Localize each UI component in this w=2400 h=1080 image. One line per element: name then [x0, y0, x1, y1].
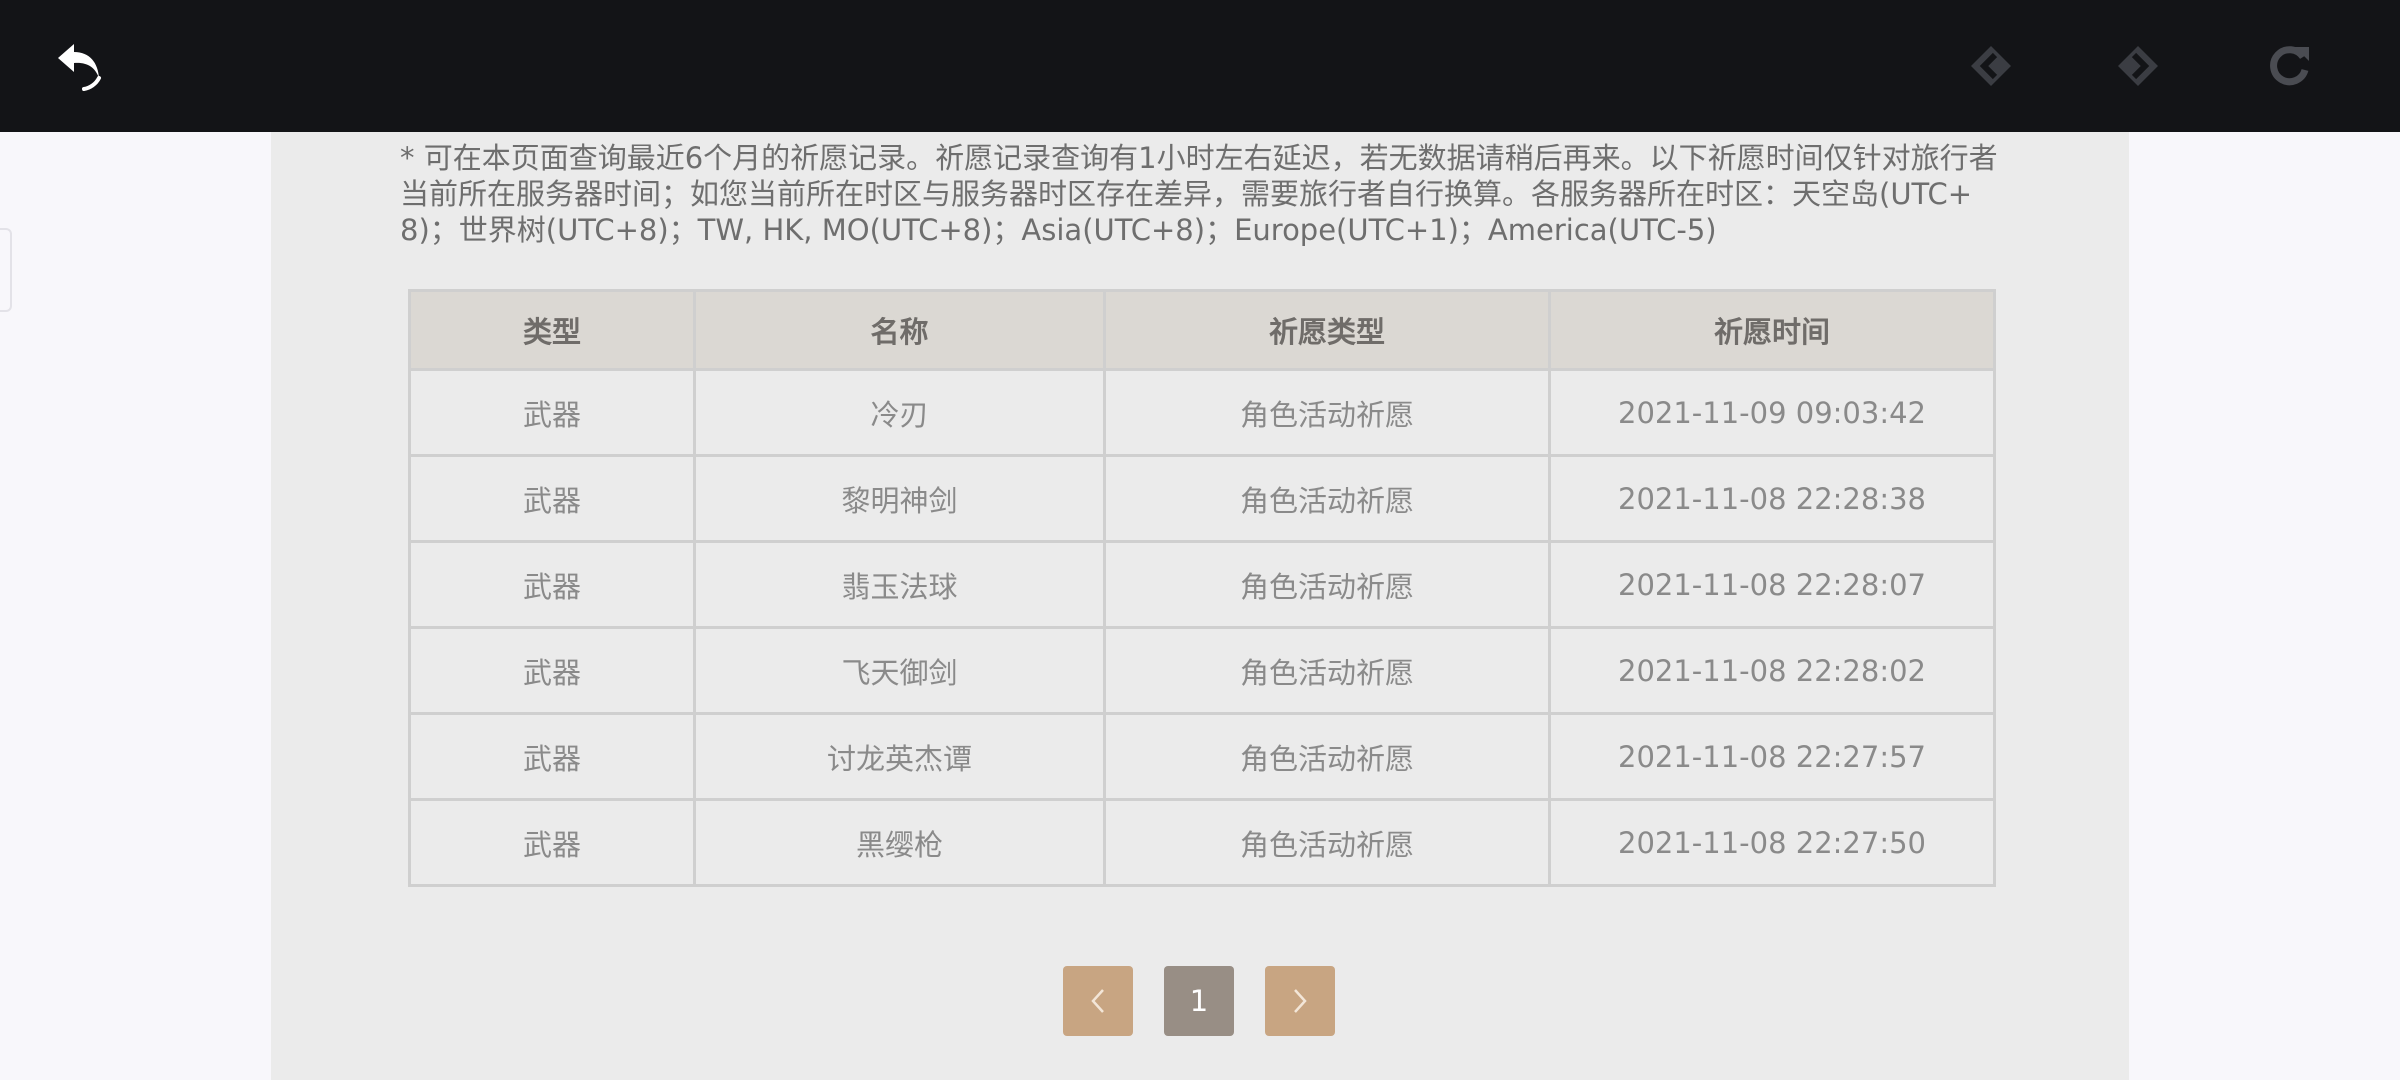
- cell-item-type: 武器: [408, 712, 696, 801]
- cell-wish-time: 2021-11-08 22:28:02: [1548, 626, 1996, 715]
- next-page-button[interactable]: [1265, 966, 1335, 1036]
- table-row: 武器 翡玉法球 角色活动祈愿 2021-11-08 22:28:07: [408, 540, 1996, 629]
- table-row: 武器 冷刃 角色活动祈愿 2021-11-09 09:03:42: [408, 368, 1996, 457]
- header-item-name: 名称: [693, 289, 1106, 371]
- cell-wish-type: 角色活动祈愿: [1103, 798, 1551, 887]
- cell-wish-time: 2021-11-08 22:27:50: [1548, 798, 1996, 887]
- table-header-row: 类型 名称 祈愿类型 祈愿时间: [408, 289, 1996, 371]
- notice-text: * 可在本页面查询最近6个月的祈愿记录。祈愿记录查询有1小时左右延迟，若无数据请…: [400, 141, 1998, 247]
- cell-item-name: 黎明神剑: [693, 454, 1106, 543]
- cell-wish-type: 角色活动祈愿: [1103, 454, 1551, 543]
- back-button[interactable]: [46, 30, 118, 102]
- cell-wish-time: 2021-11-08 22:28:07: [1548, 540, 1996, 629]
- side-drawer-handle[interactable]: [0, 228, 12, 312]
- cell-item-type: 武器: [408, 540, 696, 629]
- cell-item-name: 讨龙英杰谭: [693, 712, 1106, 801]
- cell-wish-time: 2021-11-08 22:27:57: [1548, 712, 1996, 801]
- header-wish-type: 祈愿类型: [1103, 289, 1551, 371]
- undo-arrow-icon: [58, 44, 101, 91]
- table-row: 武器 讨龙英杰谭 角色活动祈愿 2021-11-08 22:27:57: [408, 712, 1996, 801]
- nav-forward-button[interactable]: [2102, 30, 2174, 102]
- pagination: 1: [271, 966, 2129, 1038]
- cell-item-type: 武器: [408, 798, 696, 887]
- cell-item-type: 武器: [408, 368, 696, 457]
- table-row: 武器 飞天御剑 角色活动祈愿 2021-11-08 22:28:02: [408, 626, 1996, 715]
- header-wish-time: 祈愿时间: [1548, 289, 1996, 371]
- cell-item-name: 黑缨枪: [693, 798, 1106, 887]
- reload-button[interactable]: [2253, 30, 2325, 102]
- cell-wish-time: 2021-11-08 22:28:38: [1548, 454, 1996, 543]
- chevron-right-icon: [1294, 989, 1307, 1013]
- cell-item-name: 翡玉法球: [693, 540, 1106, 629]
- cell-wish-type: 角色活动祈愿: [1103, 368, 1551, 457]
- reload-icon: [2270, 46, 2309, 86]
- cell-wish-type: 角色活动祈愿: [1103, 712, 1551, 801]
- browser-toolbar: [0, 0, 2400, 132]
- current-page-button[interactable]: 1: [1164, 966, 1234, 1036]
- cell-wish-time: 2021-11-09 09:03:42: [1548, 368, 1996, 457]
- chevron-left-icon: [1091, 989, 1104, 1013]
- cell-item-name: 冷刃: [693, 368, 1106, 457]
- header-item-type: 类型: [408, 289, 696, 371]
- diamond-arrow-right-icon: [2118, 46, 2158, 86]
- wish-history-panel: * 可在本页面查询最近6个月的祈愿记录。祈愿记录查询有1小时左右延迟，若无数据请…: [271, 132, 2129, 1080]
- table-row: 武器 黑缨枪 角色活动祈愿 2021-11-08 22:27:50: [408, 798, 1996, 887]
- cell-wish-type: 角色活动祈愿: [1103, 540, 1551, 629]
- cell-item-type: 武器: [408, 626, 696, 715]
- cell-item-type: 武器: [408, 454, 696, 543]
- nav-back-button[interactable]: [1955, 30, 2027, 102]
- wish-records-table: 类型 名称 祈愿类型 祈愿时间 武器 冷刃 角色活动祈愿 2021-11-09 …: [408, 289, 1996, 887]
- prev-page-button[interactable]: [1063, 966, 1133, 1036]
- cell-item-name: 飞天御剑: [693, 626, 1106, 715]
- diamond-arrow-left-icon: [1971, 46, 2011, 86]
- table-row: 武器 黎明神剑 角色活动祈愿 2021-11-08 22:28:38: [408, 454, 1996, 543]
- cell-wish-type: 角色活动祈愿: [1103, 626, 1551, 715]
